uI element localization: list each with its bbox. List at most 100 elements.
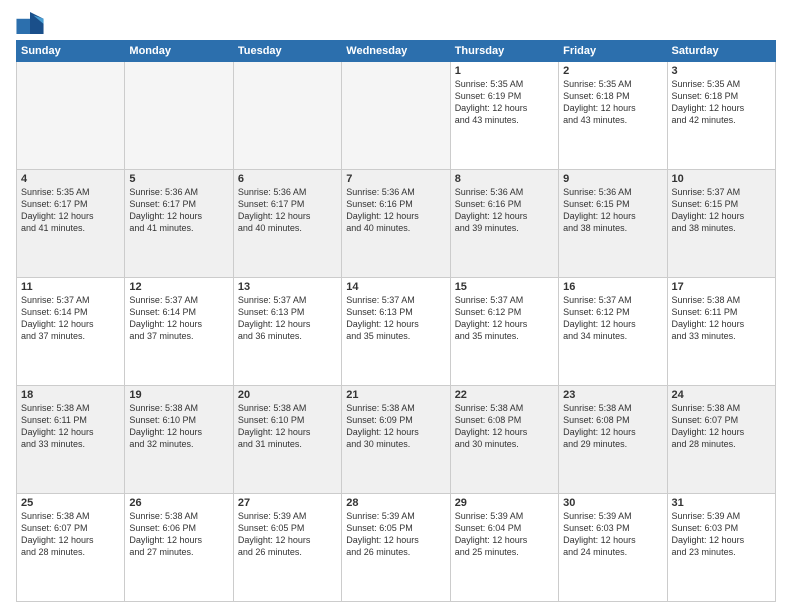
day-cell: 18Sunrise: 5:38 AM Sunset: 6:11 PM Dayli… xyxy=(17,386,125,494)
day-info: Sunrise: 5:37 AM Sunset: 6:12 PM Dayligh… xyxy=(563,294,662,343)
day-number: 4 xyxy=(21,173,120,185)
day-cell: 8Sunrise: 5:36 AM Sunset: 6:16 PM Daylig… xyxy=(450,170,558,278)
day-cell xyxy=(125,62,233,170)
day-info: Sunrise: 5:39 AM Sunset: 6:03 PM Dayligh… xyxy=(672,510,771,559)
day-number: 25 xyxy=(21,497,120,509)
day-info: Sunrise: 5:36 AM Sunset: 6:15 PM Dayligh… xyxy=(563,186,662,235)
week-row-1: 1Sunrise: 5:35 AM Sunset: 6:19 PM Daylig… xyxy=(17,62,776,170)
weekday-header-monday: Monday xyxy=(125,41,233,62)
day-cell: 17Sunrise: 5:38 AM Sunset: 6:11 PM Dayli… xyxy=(667,278,775,386)
day-number: 3 xyxy=(672,65,771,77)
day-cell: 26Sunrise: 5:38 AM Sunset: 6:06 PM Dayli… xyxy=(125,494,233,602)
weekday-header-saturday: Saturday xyxy=(667,41,775,62)
day-info: Sunrise: 5:35 AM Sunset: 6:19 PM Dayligh… xyxy=(455,78,554,127)
day-number: 23 xyxy=(563,389,662,401)
day-info: Sunrise: 5:37 AM Sunset: 6:15 PM Dayligh… xyxy=(672,186,771,235)
day-info: Sunrise: 5:38 AM Sunset: 6:11 PM Dayligh… xyxy=(672,294,771,343)
header-row xyxy=(16,12,776,34)
day-cell: 12Sunrise: 5:37 AM Sunset: 6:14 PM Dayli… xyxy=(125,278,233,386)
week-row-5: 25Sunrise: 5:38 AM Sunset: 6:07 PM Dayli… xyxy=(17,494,776,602)
day-number: 16 xyxy=(563,281,662,293)
day-info: Sunrise: 5:38 AM Sunset: 6:07 PM Dayligh… xyxy=(672,402,771,451)
week-row-4: 18Sunrise: 5:38 AM Sunset: 6:11 PM Dayli… xyxy=(17,386,776,494)
day-cell: 14Sunrise: 5:37 AM Sunset: 6:13 PM Dayli… xyxy=(342,278,450,386)
day-info: Sunrise: 5:37 AM Sunset: 6:13 PM Dayligh… xyxy=(238,294,337,343)
day-number: 2 xyxy=(563,65,662,77)
day-number: 28 xyxy=(346,497,445,509)
day-cell: 15Sunrise: 5:37 AM Sunset: 6:12 PM Dayli… xyxy=(450,278,558,386)
day-number: 5 xyxy=(129,173,228,185)
day-info: Sunrise: 5:36 AM Sunset: 6:16 PM Dayligh… xyxy=(346,186,445,235)
day-info: Sunrise: 5:38 AM Sunset: 6:06 PM Dayligh… xyxy=(129,510,228,559)
day-info: Sunrise: 5:38 AM Sunset: 6:08 PM Dayligh… xyxy=(563,402,662,451)
day-cell: 9Sunrise: 5:36 AM Sunset: 6:15 PM Daylig… xyxy=(559,170,667,278)
day-info: Sunrise: 5:36 AM Sunset: 6:16 PM Dayligh… xyxy=(455,186,554,235)
day-info: Sunrise: 5:39 AM Sunset: 6:03 PM Dayligh… xyxy=(563,510,662,559)
day-info: Sunrise: 5:35 AM Sunset: 6:18 PM Dayligh… xyxy=(563,78,662,127)
day-info: Sunrise: 5:39 AM Sunset: 6:05 PM Dayligh… xyxy=(346,510,445,559)
day-cell: 22Sunrise: 5:38 AM Sunset: 6:08 PM Dayli… xyxy=(450,386,558,494)
day-cell: 2Sunrise: 5:35 AM Sunset: 6:18 PM Daylig… xyxy=(559,62,667,170)
day-cell: 27Sunrise: 5:39 AM Sunset: 6:05 PM Dayli… xyxy=(233,494,341,602)
day-cell: 1Sunrise: 5:35 AM Sunset: 6:19 PM Daylig… xyxy=(450,62,558,170)
day-info: Sunrise: 5:37 AM Sunset: 6:13 PM Dayligh… xyxy=(346,294,445,343)
day-number: 6 xyxy=(238,173,337,185)
day-cell: 30Sunrise: 5:39 AM Sunset: 6:03 PM Dayli… xyxy=(559,494,667,602)
day-cell: 6Sunrise: 5:36 AM Sunset: 6:17 PM Daylig… xyxy=(233,170,341,278)
day-cell: 16Sunrise: 5:37 AM Sunset: 6:12 PM Dayli… xyxy=(559,278,667,386)
calendar: SundayMondayTuesdayWednesdayThursdayFrid… xyxy=(16,40,776,602)
weekday-header-sunday: Sunday xyxy=(17,41,125,62)
day-info: Sunrise: 5:38 AM Sunset: 6:07 PM Dayligh… xyxy=(21,510,120,559)
day-info: Sunrise: 5:38 AM Sunset: 6:09 PM Dayligh… xyxy=(346,402,445,451)
day-cell: 7Sunrise: 5:36 AM Sunset: 6:16 PM Daylig… xyxy=(342,170,450,278)
day-info: Sunrise: 5:39 AM Sunset: 6:05 PM Dayligh… xyxy=(238,510,337,559)
day-info: Sunrise: 5:38 AM Sunset: 6:10 PM Dayligh… xyxy=(129,402,228,451)
day-number: 7 xyxy=(346,173,445,185)
day-cell: 11Sunrise: 5:37 AM Sunset: 6:14 PM Dayli… xyxy=(17,278,125,386)
day-cell: 19Sunrise: 5:38 AM Sunset: 6:10 PM Dayli… xyxy=(125,386,233,494)
day-number: 11 xyxy=(21,281,120,293)
day-cell: 28Sunrise: 5:39 AM Sunset: 6:05 PM Dayli… xyxy=(342,494,450,602)
day-number: 20 xyxy=(238,389,337,401)
day-cell: 24Sunrise: 5:38 AM Sunset: 6:07 PM Dayli… xyxy=(667,386,775,494)
day-info: Sunrise: 5:36 AM Sunset: 6:17 PM Dayligh… xyxy=(238,186,337,235)
day-info: Sunrise: 5:37 AM Sunset: 6:14 PM Dayligh… xyxy=(129,294,228,343)
weekday-header-wednesday: Wednesday xyxy=(342,41,450,62)
day-number: 14 xyxy=(346,281,445,293)
week-row-3: 11Sunrise: 5:37 AM Sunset: 6:14 PM Dayli… xyxy=(17,278,776,386)
day-cell: 20Sunrise: 5:38 AM Sunset: 6:10 PM Dayli… xyxy=(233,386,341,494)
day-cell: 31Sunrise: 5:39 AM Sunset: 6:03 PM Dayli… xyxy=(667,494,775,602)
day-number: 19 xyxy=(129,389,228,401)
week-row-2: 4Sunrise: 5:35 AM Sunset: 6:17 PM Daylig… xyxy=(17,170,776,278)
day-info: Sunrise: 5:35 AM Sunset: 6:18 PM Dayligh… xyxy=(672,78,771,127)
day-info: Sunrise: 5:39 AM Sunset: 6:04 PM Dayligh… xyxy=(455,510,554,559)
day-number: 24 xyxy=(672,389,771,401)
day-cell: 25Sunrise: 5:38 AM Sunset: 6:07 PM Dayli… xyxy=(17,494,125,602)
day-number: 10 xyxy=(672,173,771,185)
day-cell: 29Sunrise: 5:39 AM Sunset: 6:04 PM Dayli… xyxy=(450,494,558,602)
day-cell: 13Sunrise: 5:37 AM Sunset: 6:13 PM Dayli… xyxy=(233,278,341,386)
day-info: Sunrise: 5:37 AM Sunset: 6:12 PM Dayligh… xyxy=(455,294,554,343)
day-info: Sunrise: 5:37 AM Sunset: 6:14 PM Dayligh… xyxy=(21,294,120,343)
weekday-header-tuesday: Tuesday xyxy=(233,41,341,62)
day-number: 15 xyxy=(455,281,554,293)
day-cell xyxy=(17,62,125,170)
day-number: 22 xyxy=(455,389,554,401)
day-info: Sunrise: 5:38 AM Sunset: 6:10 PM Dayligh… xyxy=(238,402,337,451)
weekday-header-thursday: Thursday xyxy=(450,41,558,62)
day-info: Sunrise: 5:38 AM Sunset: 6:08 PM Dayligh… xyxy=(455,402,554,451)
day-number: 26 xyxy=(129,497,228,509)
logo-icon xyxy=(16,12,44,34)
day-number: 30 xyxy=(563,497,662,509)
day-number: 12 xyxy=(129,281,228,293)
day-cell: 21Sunrise: 5:38 AM Sunset: 6:09 PM Dayli… xyxy=(342,386,450,494)
day-number: 29 xyxy=(455,497,554,509)
day-cell: 23Sunrise: 5:38 AM Sunset: 6:08 PM Dayli… xyxy=(559,386,667,494)
logo xyxy=(16,12,48,34)
day-number: 8 xyxy=(455,173,554,185)
day-number: 1 xyxy=(455,65,554,77)
weekday-header-row: SundayMondayTuesdayWednesdayThursdayFrid… xyxy=(17,41,776,62)
day-number: 17 xyxy=(672,281,771,293)
day-cell xyxy=(233,62,341,170)
day-info: Sunrise: 5:38 AM Sunset: 6:11 PM Dayligh… xyxy=(21,402,120,451)
